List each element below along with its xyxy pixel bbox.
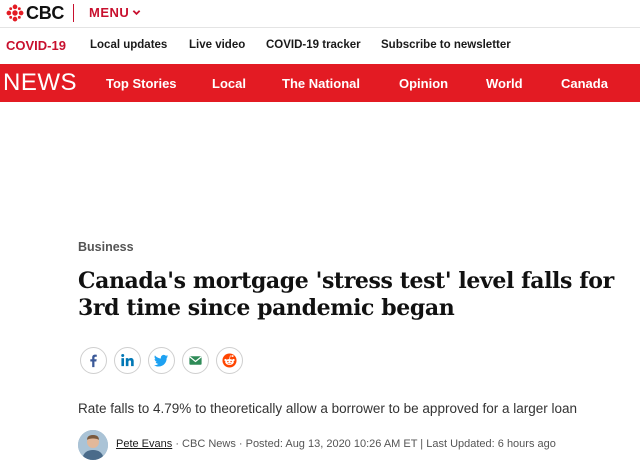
share-linkedin-button[interactable]	[114, 347, 141, 374]
logo-text: CBC	[26, 3, 65, 23]
cbc-logo[interactable]: CBC	[6, 3, 64, 23]
article-category[interactable]: Business	[78, 240, 134, 254]
author-photo-icon	[78, 430, 108, 460]
top-divider	[73, 4, 74, 22]
share-facebook-button[interactable]	[80, 347, 107, 374]
reddit-icon	[222, 353, 237, 368]
covid-link-tracker[interactable]: COVID-19 tracker	[266, 39, 361, 51]
covid-link-live-video[interactable]: Live video	[189, 39, 245, 51]
news-nav: NEWS Top Stories Local The National Opin…	[0, 64, 640, 102]
article-byline: Pete Evans · CBC News · Posted: Aug 13, …	[116, 438, 556, 450]
author-link[interactable]: Pete Evans	[116, 438, 172, 450]
nav-canada[interactable]: Canada	[561, 76, 608, 91]
share-reddit-button[interactable]	[216, 347, 243, 374]
covid-strip: COVID-19 Local updates Live video COVID-…	[0, 28, 640, 64]
nav-top-stories[interactable]: Top Stories	[106, 76, 177, 91]
nav-local[interactable]: Local	[212, 76, 246, 91]
cbc-gem-icon	[6, 4, 24, 22]
facebook-icon	[90, 354, 97, 368]
menu-button[interactable]: MENU	[89, 5, 141, 20]
twitter-icon	[154, 354, 169, 367]
news-brand[interactable]: NEWS	[3, 70, 77, 96]
nav-opinion[interactable]: Opinion	[399, 76, 448, 91]
chevron-down-icon	[132, 10, 141, 16]
author-avatar[interactable]	[78, 430, 108, 460]
linkedin-icon	[121, 354, 134, 367]
article-deck: Rate falls to 4.79% to theoretically all…	[78, 401, 578, 416]
covid-link-newsletter[interactable]: Subscribe to newsletter	[381, 39, 511, 51]
share-twitter-button[interactable]	[148, 347, 175, 374]
email-icon	[189, 356, 202, 365]
top-bar: CBC MENU	[0, 0, 640, 28]
menu-label: MENU	[89, 5, 130, 20]
byline-meta: · CBC News · Posted: Aug 13, 2020 10:26 …	[172, 438, 556, 450]
nav-the-national[interactable]: The National	[282, 76, 360, 91]
article-headline: Canada's mortgage 'stress test' level fa…	[78, 268, 614, 321]
covid-label[interactable]: COVID-19	[6, 38, 66, 53]
nav-world[interactable]: World	[486, 76, 523, 91]
covid-link-local-updates[interactable]: Local updates	[90, 39, 167, 51]
share-email-button[interactable]	[182, 347, 209, 374]
